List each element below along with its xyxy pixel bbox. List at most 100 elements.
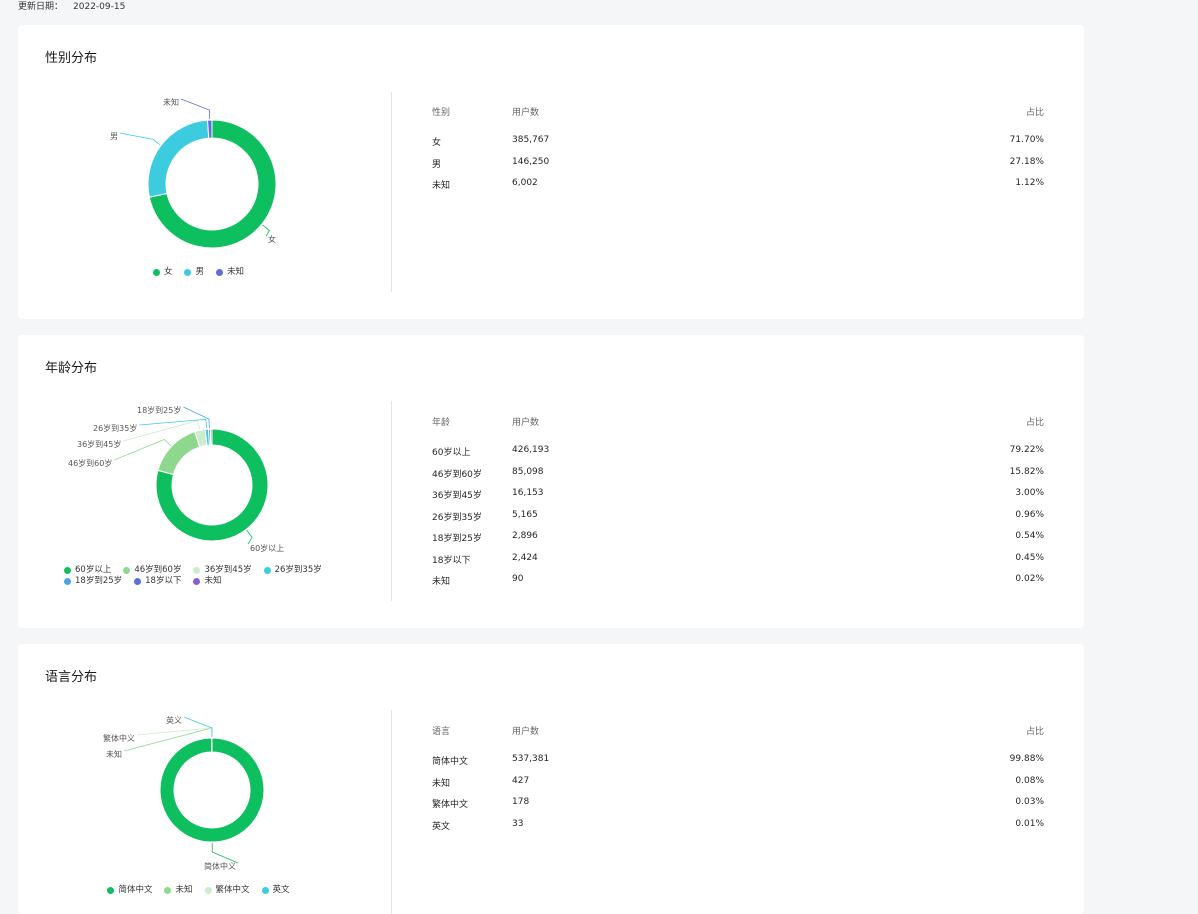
row-percent: 1.12% [1015, 178, 1044, 188]
row-percent: 0.01% [1015, 819, 1044, 829]
legend-item[interactable]: 26岁到35岁 [264, 565, 322, 576]
slice-label: 繁体中义 [103, 733, 135, 743]
legend-label: 未知 [175, 885, 192, 896]
language-card: 语言分布 简体中义未知繁体中义英义 简体中文未知繁体中文英文 语言 用户数 占比… [18, 644, 1084, 914]
row-label: 男 [432, 157, 441, 170]
table-row: 18岁以下2,4240.45% [432, 553, 1044, 575]
table-row: 46岁到60岁85,09815.82% [432, 467, 1044, 489]
slice-label: 未知 [163, 97, 179, 107]
legend-item[interactable]: 简体中文 [107, 885, 152, 896]
legend-label: 英文 [273, 885, 290, 896]
slice-label: 36岁到45岁 [77, 439, 121, 449]
legend-dot-icon [205, 887, 212, 894]
label-line [212, 843, 238, 863]
label-line [183, 407, 209, 428]
legend-dot-icon [216, 269, 223, 276]
row-percent: 71.70% [1010, 135, 1044, 145]
legend-dot-icon [193, 567, 200, 574]
legend-item[interactable]: 60岁以上 [64, 565, 111, 576]
table-row: 未知900.02% [432, 574, 1044, 596]
row-percent: 0.02% [1015, 574, 1044, 584]
age-table: 年龄 用户数 占比 60岁以上426,19379.22%46岁到60岁85,09… [432, 415, 1044, 596]
row-label: 简体中文 [432, 754, 468, 767]
row-label: 未知 [432, 178, 450, 191]
age-legend: 60岁以上 46岁到60岁 36岁到45岁 26岁到35岁 18岁到25岁 18岁以下 未知 [18, 565, 391, 587]
legend-item[interactable]: 男 [184, 267, 204, 278]
row-percent: 27.18% [1010, 157, 1044, 167]
gender-chart: 女男未知 女男未知 [18, 25, 391, 319]
row-label: 36岁到45岁 [432, 488, 482, 501]
row-count: 385,767 [512, 135, 549, 145]
slice-label: 英义 [166, 715, 182, 725]
row-count: 427 [512, 776, 529, 786]
table-row: 简体中文537,38199.88% [432, 754, 1044, 776]
table-row: 繁体中文1780.03% [432, 797, 1044, 819]
row-label: 18岁以下 [432, 553, 470, 566]
row-count: 426,193 [512, 445, 549, 455]
legend-label: 36岁到45岁 [204, 565, 251, 576]
update-info: 更新日期：2022-09-15 [18, 0, 125, 14]
col-header: 语言 [432, 724, 450, 737]
legend-item[interactable]: 46岁到60岁 [123, 565, 181, 576]
row-label: 英文 [432, 819, 450, 832]
pie-slice[interactable] [158, 432, 200, 475]
pie-slice[interactable] [160, 738, 264, 842]
legend-row: 18岁到25岁 18岁以下 未知 [18, 576, 391, 587]
pie-slice[interactable] [148, 120, 209, 197]
table-row: 女385,76771.70% [432, 135, 1044, 157]
table-header: 性别 用户数 占比 [432, 105, 1044, 135]
legend-item[interactable]: 未知 [193, 576, 221, 587]
legend-row: 简体中文 未知 繁体中文 英文 [18, 885, 391, 896]
legend-item[interactable]: 繁体中文 [205, 885, 250, 896]
legend-label: 未知 [204, 576, 221, 587]
row-percent: 3.00% [1015, 488, 1044, 498]
slice-label: 简体中义 [204, 861, 236, 871]
legend-item[interactable]: 36岁到45岁 [193, 565, 251, 576]
row-count: 2,896 [512, 531, 538, 541]
legend-dot-icon [123, 567, 130, 574]
label-line [114, 439, 170, 460]
language-legend: 简体中文 未知 繁体中文 英文 [18, 885, 391, 896]
table-row: 60岁以上426,19379.22% [432, 445, 1044, 467]
legend-dot-icon [262, 887, 269, 894]
legend-label: 18岁以下 [145, 576, 181, 587]
col-header: 用户数 [512, 105, 539, 118]
legend-label: 60岁以上 [75, 565, 111, 576]
table-row: 未知 6,002 1.12% [432, 178, 1044, 200]
row-count: 6,002 [512, 178, 538, 188]
row-label: 繁体中文 [432, 797, 468, 810]
row-count: 2,424 [512, 553, 538, 563]
slice-label: 男 [110, 132, 118, 141]
legend-item[interactable]: 未知 [216, 267, 244, 278]
legend-dot-icon [64, 578, 71, 585]
label-line [247, 530, 252, 544]
update-date: 2022-09-15 [73, 2, 125, 12]
pie-slice[interactable] [208, 120, 212, 138]
legend-row: 60岁以上 46岁到60岁 36岁到45岁 26岁到35岁 [18, 565, 391, 576]
row-count: 146,250 [512, 157, 549, 167]
row-count: 16,153 [512, 488, 544, 498]
language-donut-chart: 简体中义未知 繁体中义 英义 [18, 644, 391, 914]
row-count: 90 [512, 574, 523, 584]
legend-dot-icon [164, 887, 171, 894]
legend-item[interactable]: 18岁以下 [134, 576, 181, 587]
row-count: 537,381 [512, 754, 549, 764]
legend-label: 男 [195, 267, 204, 278]
legend-row: 女 男 未知 [18, 267, 391, 278]
legend-item[interactable]: 未知 [164, 885, 192, 896]
language-chart: 简体中义未知 繁体中义 英义 简体中文 未知 繁体中文 英文 [18, 644, 391, 914]
row-percent: 79.22% [1010, 445, 1044, 455]
row-count: 33 [512, 819, 523, 829]
col-header: 占比 [1026, 415, 1044, 428]
legend-item[interactable]: 18岁到25岁 [64, 576, 122, 587]
legend-dot-icon [153, 269, 160, 276]
slice-label: 26岁到35岁 [93, 423, 137, 433]
divider [391, 401, 392, 601]
legend-item[interactable]: 女 [153, 267, 173, 278]
gender-table: 性别 用户数 占比 女385,76771.70%男146,25027.18%未知… [432, 105, 1044, 200]
row-count: 178 [512, 797, 529, 807]
row-label: 46岁到60岁 [432, 467, 482, 480]
age-card: 年龄分布 60岁以上46岁到60岁36岁到45岁26岁到35岁18岁到25岁 6… [18, 335, 1084, 628]
legend-dot-icon [264, 567, 271, 574]
legend-item[interactable]: 英文 [262, 885, 290, 896]
